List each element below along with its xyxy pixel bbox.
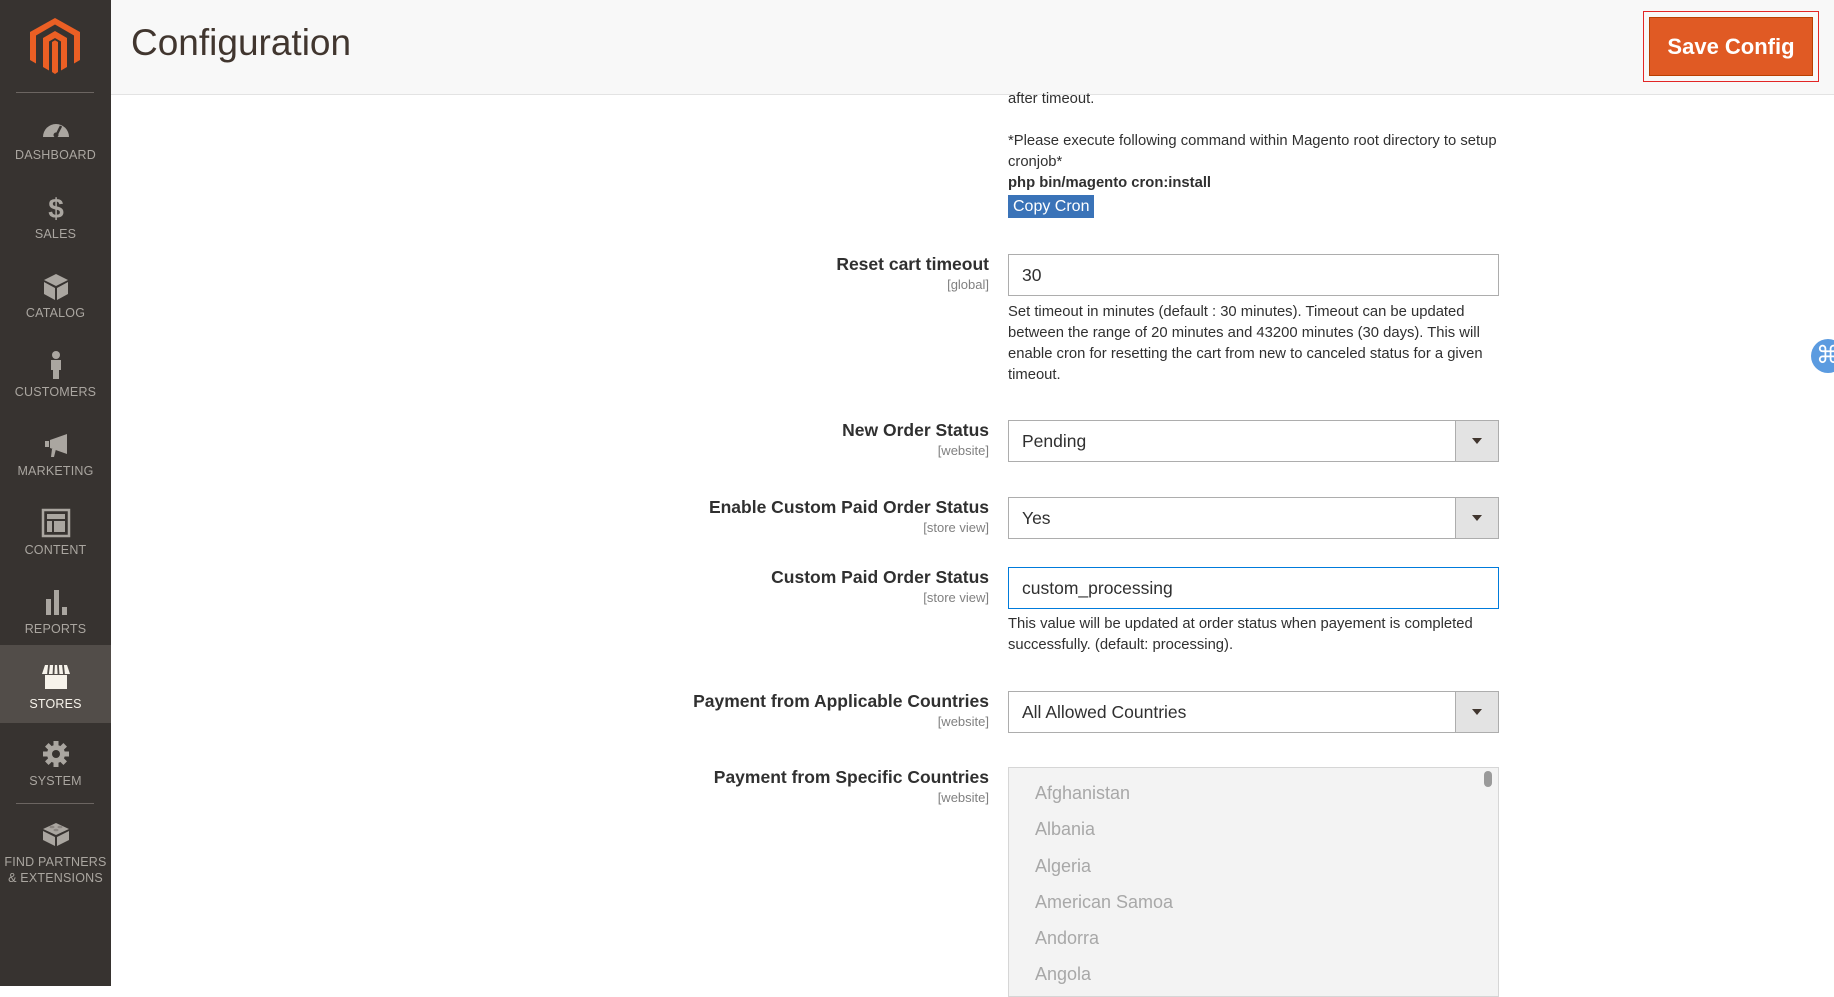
sidebar-item-reports[interactable]: REPORTS	[0, 577, 111, 655]
specific-countries-multiselect[interactable]: Afghanistan Albania Algeria American Sam…	[1008, 767, 1499, 997]
sidebar-item-label: STORES	[29, 697, 82, 711]
sidebar-item-label: CUSTOMERS	[14, 385, 97, 399]
sidebar-item-dashboard[interactable]: DASHBOARD	[0, 103, 111, 181]
sidebar-divider	[16, 803, 94, 804]
cron-instruction: *Please execute following command within…	[1008, 133, 1497, 170]
sidebar-item-label: CONTENT	[24, 543, 87, 557]
field-label-text: Custom Paid Order Status	[771, 567, 989, 587]
reset-cart-timeout-label: Reset cart timeout [global]	[836, 254, 989, 292]
sidebar-item-label-line2: & EXTENSIONS	[8, 871, 103, 885]
command-key-icon[interactable]: ⌘	[1811, 339, 1834, 373]
gear-icon	[42, 741, 69, 767]
scope-label: [website]	[937, 443, 989, 458]
country-option[interactable]: Andorra	[1009, 920, 1498, 956]
sidebar-item-find-partners[interactable]: FIND PARTNERS & EXTENSIONS	[0, 808, 111, 892]
select-value: All Allowed Countries	[1022, 702, 1187, 722]
chevron-down-icon	[1472, 515, 1482, 521]
sidebar-item-catalog[interactable]: CATALOG	[0, 261, 111, 339]
field-label-text: Reset cart timeout	[836, 254, 989, 274]
sidebar-item-label: MARKETING	[17, 464, 94, 478]
person-icon	[50, 351, 61, 379]
copy-cron-button[interactable]: Copy Cron	[1008, 195, 1095, 218]
country-option[interactable]: Angola	[1009, 956, 1498, 992]
new-order-status-label: New Order Status [website]	[842, 420, 989, 458]
multiselect-scrollbar[interactable]	[1484, 771, 1492, 787]
sidebar-item-label: CATALOG	[25, 306, 86, 320]
dropdown-toggle[interactable]	[1455, 692, 1498, 732]
scope-label: [store view]	[923, 590, 989, 605]
save-config-button[interactable]: Save Config	[1649, 17, 1813, 76]
box-icon	[43, 274, 68, 300]
magento-logo-icon[interactable]	[30, 18, 80, 74]
field-label-text: Enable Custom Paid Order Status	[708, 497, 989, 517]
field-label-text: Payment from Specific Countries	[713, 767, 989, 787]
dropdown-toggle[interactable]	[1455, 498, 1498, 538]
logo-divider	[16, 92, 94, 93]
chevron-down-icon	[1472, 438, 1482, 444]
select-value: Pending	[1022, 431, 1087, 451]
enable-custom-paid-label: Enable Custom Paid Order Status [store v…	[709, 497, 989, 535]
save-config-highlight: Save Config	[1643, 11, 1819, 82]
country-option[interactable]: Algeria	[1009, 848, 1498, 884]
cron-note: after timeout. *Please execute following…	[1008, 89, 1498, 218]
applicable-countries-label: Payment from Applicable Countries [websi…	[693, 691, 989, 729]
bar-chart-icon	[45, 590, 67, 615]
select-value: Yes	[1022, 508, 1051, 528]
enable-custom-paid-select[interactable]: Yes	[1008, 497, 1499, 539]
megaphone-icon	[44, 434, 67, 457]
admin-sidebar: DASHBOARD $ SALES CATALOG CUSTOMERS MARK…	[0, 0, 111, 986]
custom-paid-status-label: Custom Paid Order Status [store view]	[771, 567, 989, 605]
chevron-down-icon	[1472, 709, 1482, 715]
custom-paid-status-input[interactable]: custom_processing	[1008, 567, 1499, 609]
svg-text:$: $	[48, 193, 64, 222]
scope-label: [global]	[947, 277, 989, 292]
specific-countries-label: Payment from Specific Countries [website…	[714, 767, 989, 805]
applicable-countries-select[interactable]: All Allowed Countries	[1008, 691, 1499, 733]
sidebar-item-label: DASHBOARD	[15, 148, 96, 162]
reset-cart-timeout-note: Set timeout in minutes (default : 30 min…	[1008, 304, 1483, 383]
sidebar-item-system[interactable]: SYSTEM	[0, 729, 111, 807]
sidebar-item-content[interactable]: CONTENT	[0, 498, 111, 576]
sidebar-item-stores[interactable]: STORES	[0, 645, 111, 723]
sidebar-item-label: SYSTEM	[29, 774, 82, 788]
sidebar-item-marketing[interactable]: MARKETING	[0, 419, 111, 497]
page-title: Configuration	[131, 22, 352, 63]
scope-label: [website]	[937, 714, 989, 729]
dashboard-icon	[42, 124, 69, 138]
sidebar-item-sales[interactable]: $ SALES	[0, 182, 111, 260]
country-option[interactable]: American Samoa	[1009, 884, 1498, 920]
reset-cart-timeout-input[interactable]: 30	[1008, 254, 1499, 296]
country-option[interactable]: Afghanistan	[1009, 775, 1498, 811]
custom-paid-status-note: This value will be updated at order stat…	[1008, 616, 1473, 653]
field-label-text: New Order Status	[842, 420, 989, 440]
sidebar-item-label: REPORTS	[24, 622, 87, 636]
page-header: Configuration Save Config	[111, 0, 1834, 95]
sidebar-item-label: SALES	[34, 227, 77, 241]
layout-icon	[41, 508, 70, 538]
new-order-status-select[interactable]: Pending	[1008, 420, 1499, 462]
sidebar-item-label: FIND PARTNERS	[4, 855, 107, 869]
scope-label: [website]	[937, 790, 989, 805]
cron-note-prev-line: after timeout.	[1008, 91, 1095, 107]
storefront-icon	[41, 664, 70, 689]
country-option[interactable]: Albania	[1009, 811, 1498, 847]
field-label-text: Payment from Applicable Countries	[693, 691, 989, 711]
sidebar-item-customers[interactable]: CUSTOMERS	[0, 340, 111, 418]
lego-brick-icon	[42, 823, 69, 846]
cron-command: php bin/magento cron:install	[1008, 175, 1212, 191]
dropdown-toggle[interactable]	[1455, 421, 1498, 461]
scope-label: [store view]	[923, 520, 989, 535]
dollar-icon: $	[48, 193, 64, 222]
